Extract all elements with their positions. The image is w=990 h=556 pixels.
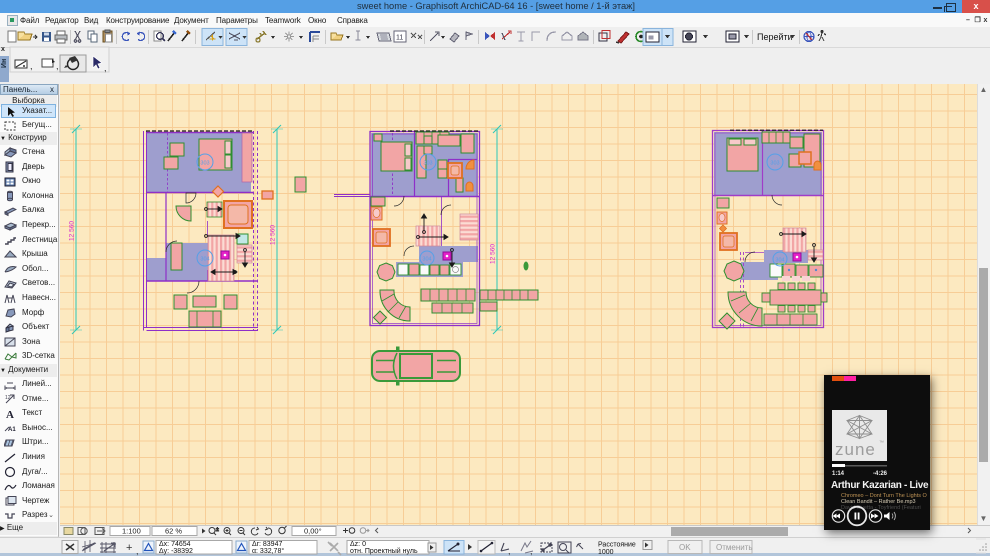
svg-text:Δz: 0: Δz: 0 [350, 541, 366, 548]
svg-text:12 560: 12 560 [270, 225, 277, 245]
svg-text:,: , [508, 546, 511, 556]
svg-text:Расстояние: Расстояние [598, 542, 636, 549]
svg-text:A1: A1 [8, 427, 16, 433]
svg-text:zune: zune [835, 440, 876, 459]
svg-text:,: , [136, 546, 139, 556]
svg-text:,: , [30, 61, 33, 71]
svg-text:α: 332,78°: α: 332,78° [252, 547, 284, 555]
svg-text:-4:26: -4:26 [873, 471, 888, 477]
svg-text:OK: OK [679, 543, 691, 552]
svg-text:1:100: 1:100 [122, 527, 141, 536]
svg-text:304: 304 [422, 257, 431, 263]
svg-text:±: ± [216, 527, 219, 533]
svg-text:,: , [56, 61, 59, 71]
svg-text:™: ™ [879, 440, 884, 446]
svg-text:Δy: -38392: Δy: -38392 [159, 548, 193, 555]
svg-text:οтн. Проектный нуль: οтн. Проектный нуль [350, 547, 418, 555]
svg-text:11: 11 [396, 35, 403, 42]
svg-text:Arthur Kazarian - Live 1: Arthur Kazarian - Live 1 [831, 480, 930, 491]
svg-text:Δx: 74654: Δx: 74654 [159, 541, 191, 548]
svg-text:0,00°: 0,00° [304, 527, 322, 536]
svg-text:,: , [530, 546, 533, 556]
svg-text:303: 303 [200, 161, 209, 167]
svg-text:303: 303 [423, 161, 432, 167]
svg-text:12 560: 12 560 [69, 221, 76, 241]
svg-text:1000: 1000 [598, 549, 614, 556]
svg-text:62 %: 62 % [165, 527, 182, 536]
svg-text:1:14: 1:14 [832, 471, 845, 477]
svg-text:303: 303 [770, 161, 779, 167]
svg-text:304: 304 [775, 258, 784, 264]
svg-text:12 560: 12 560 [490, 244, 497, 264]
svg-text:Отменить: Отменить [716, 543, 753, 552]
svg-text:,: , [104, 63, 107, 73]
svg-text:304: 304 [200, 257, 209, 263]
svg-text:Перейти: Перейти [757, 32, 793, 42]
svg-text:+: + [126, 542, 132, 554]
svg-text:Δr: 83947: Δr: 83947 [252, 541, 282, 548]
svg-text:12: 12 [5, 395, 11, 401]
svg-text:A: A [6, 409, 14, 420]
